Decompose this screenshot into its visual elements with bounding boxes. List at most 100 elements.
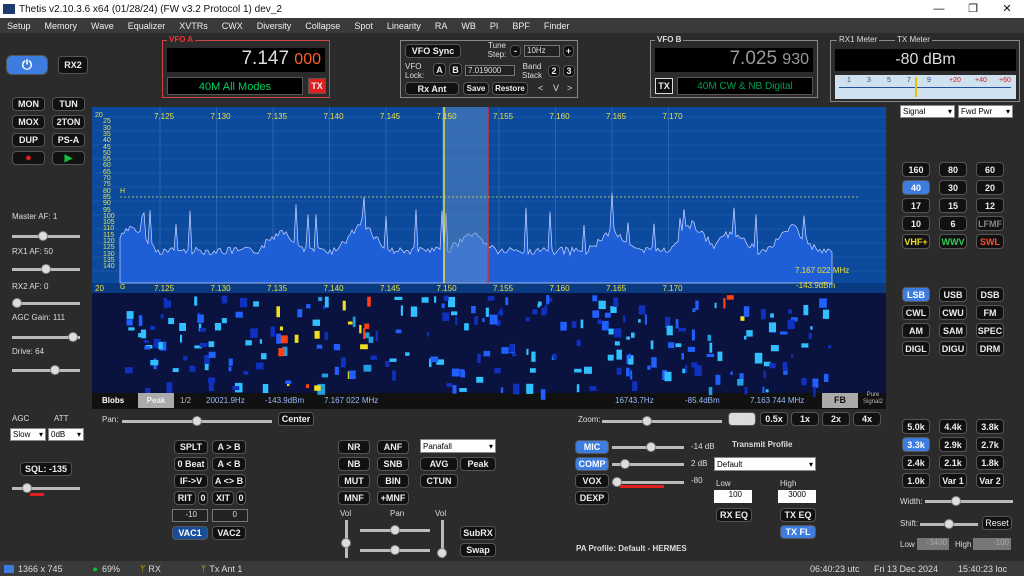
- modes-button-drm[interactable]: DRM: [976, 341, 1004, 356]
- tx-meter-select[interactable]: Fwd Pwr: [958, 105, 1013, 118]
- agc-gain-slider[interactable]: [12, 332, 80, 342]
- menu-item-equalizer[interactable]: Equalizer: [121, 21, 173, 31]
- fb-button[interactable]: FB: [822, 393, 858, 408]
- tun-button[interactable]: TUN: [52, 97, 85, 111]
- vac1-button[interactable]: VAC1: [172, 526, 208, 540]
- modes-button-dsb[interactable]: DSB: [976, 287, 1004, 302]
- zoom-1x[interactable]: 1x: [791, 412, 819, 426]
- swap-button[interactable]: Swap: [460, 543, 496, 557]
- comp-slider[interactable]: [612, 459, 684, 469]
- tune-step-value[interactable]: 10Hz: [524, 45, 560, 57]
- bin-button[interactable]: BIN: [377, 474, 409, 488]
- xit-value[interactable]: 0: [212, 509, 248, 522]
- modes-button-digl[interactable]: DIGL: [902, 341, 930, 356]
- band-stack-2[interactable]: 2: [548, 65, 560, 77]
- master-af-slider[interactable]: [12, 231, 80, 241]
- menu-item-collapse[interactable]: Collapse: [298, 21, 347, 31]
- bands-button-60[interactable]: 60: [976, 162, 1004, 177]
- save-button[interactable]: Save: [463, 82, 489, 95]
- bands-button-12[interactable]: 12: [976, 198, 1004, 213]
- menu-item-setup[interactable]: Setup: [0, 21, 38, 31]
- shift-slider[interactable]: [920, 519, 978, 529]
- bands-button-6[interactable]: 6: [939, 216, 967, 231]
- modes-button-sam[interactable]: SAM: [939, 323, 967, 338]
- filters-button-50k[interactable]: 5.0k: [902, 419, 930, 434]
- pan-slider-1[interactable]: [360, 525, 430, 535]
- modes-button-lsb[interactable]: LSB: [902, 287, 930, 302]
- menu-item-diversity[interactable]: Diversity: [250, 21, 299, 31]
- transmit-profile-select[interactable]: Default: [714, 457, 816, 471]
- modes-button-digu[interactable]: DIGU: [939, 341, 967, 356]
- bands-button-17[interactable]: 17: [902, 198, 930, 213]
- filters-button-10k[interactable]: 1.0k: [902, 473, 930, 488]
- menu-item-cwx[interactable]: CWX: [215, 21, 250, 31]
- maximize-icon[interactable]: ❐: [956, 0, 990, 18]
- menu-item-wb[interactable]: WB: [454, 21, 483, 31]
- menu-item-linearity[interactable]: Linearity: [380, 21, 428, 31]
- vfo-lock-a-button[interactable]: A: [433, 63, 446, 76]
- filters-button-29k[interactable]: 2.9k: [939, 437, 967, 452]
- peak-button[interactable]: Peak: [460, 457, 496, 471]
- modes-button-fm[interactable]: FM: [976, 305, 1004, 320]
- mnf-button[interactable]: MNF: [338, 491, 370, 505]
- filter-low-field[interactable]: -3400: [917, 538, 949, 550]
- vfo-b-frequency[interactable]: 7.025 930: [655, 48, 813, 72]
- restore-button[interactable]: Restore: [492, 82, 528, 95]
- modes-button-cwu[interactable]: CWU: [939, 305, 967, 320]
- nb-button[interactable]: NB: [338, 457, 370, 471]
- bands-button-20[interactable]: 20: [976, 180, 1004, 195]
- play-button[interactable]: ▶: [52, 151, 85, 165]
- close-icon[interactable]: ✕: [990, 0, 1024, 18]
- filters-button-27k[interactable]: 2.7k: [976, 437, 1004, 452]
- tune-step-minus[interactable]: -: [510, 45, 521, 57]
- bands-button-30[interactable]: 30: [939, 180, 967, 195]
- ps-a-button[interactable]: PS-A: [52, 133, 85, 147]
- rx2-af-slider[interactable]: [12, 298, 80, 308]
- vox-slider[interactable]: [612, 477, 684, 487]
- nr-button[interactable]: NR: [338, 440, 370, 454]
- avg-button[interactable]: AVG: [420, 457, 458, 471]
- tx-fl-button[interactable]: TX FL: [780, 525, 816, 539]
- plus-mnf-button[interactable]: +MNF: [377, 491, 409, 505]
- record-button[interactable]: ●: [12, 151, 45, 165]
- menu-item-memory[interactable]: Memory: [38, 21, 85, 31]
- half-toggle[interactable]: 1/2: [180, 396, 191, 405]
- rx-eq-button[interactable]: RX EQ: [716, 508, 752, 522]
- filter-high-field[interactable]: -100: [973, 538, 1011, 550]
- vfo-b-tx-button[interactable]: TX: [655, 78, 673, 94]
- vfo-lock-b-button[interactable]: B: [449, 63, 462, 76]
- a-to-b-button[interactable]: A > B: [212, 440, 246, 454]
- mic-button[interactable]: MIC: [575, 440, 609, 454]
- filters-button-18k[interactable]: 1.8k: [976, 455, 1004, 470]
- tx-low-field[interactable]: 100: [714, 490, 752, 503]
- 2ton-button[interactable]: 2TON: [52, 115, 85, 129]
- att-select[interactable]: 0dB: [48, 428, 84, 441]
- bands-button-lfmf[interactable]: LFMF: [976, 216, 1004, 231]
- tx-ant-text[interactable]: Tx Ant 1: [209, 564, 242, 574]
- band-stack-down-icon[interactable]: V: [553, 83, 559, 93]
- zero-beat-button[interactable]: 0 Beat: [174, 457, 208, 471]
- filters-button-24k[interactable]: 2.4k: [902, 455, 930, 470]
- agc-select[interactable]: Slow: [10, 428, 46, 441]
- panadapter-display[interactable]: [92, 107, 886, 409]
- display-mode-select[interactable]: Panafall: [420, 439, 496, 453]
- rx-ant-button[interactable]: Rx Ant: [405, 82, 459, 95]
- bands-button-80[interactable]: 80: [939, 162, 967, 177]
- vfo-sync-button[interactable]: VFO Sync: [405, 44, 461, 58]
- rx-ant-text[interactable]: RX: [148, 564, 161, 574]
- b-to-a-button[interactable]: A < B: [212, 457, 246, 471]
- sql-button[interactable]: SQL: -135: [20, 462, 72, 476]
- bands-button-wwv[interactable]: WWV: [939, 234, 967, 249]
- bands-button-15[interactable]: 15: [939, 198, 967, 213]
- center-button[interactable]: Center: [278, 412, 314, 426]
- mox-button[interactable]: MOX: [12, 115, 45, 129]
- filters-button-var1[interactable]: Var 1: [939, 473, 967, 488]
- menu-item-pi[interactable]: PI: [483, 21, 506, 31]
- power-button[interactable]: ⏻: [6, 55, 48, 75]
- rx1-af-slider[interactable]: [12, 264, 80, 274]
- menu-item-bpf[interactable]: BPF: [505, 21, 537, 31]
- filters-button-var2[interactable]: Var 2: [976, 473, 1004, 488]
- comp-button[interactable]: COMP: [575, 457, 609, 471]
- rit-button[interactable]: RIT: [174, 491, 196, 505]
- zoom-0-5x[interactable]: 0.5x: [760, 412, 788, 426]
